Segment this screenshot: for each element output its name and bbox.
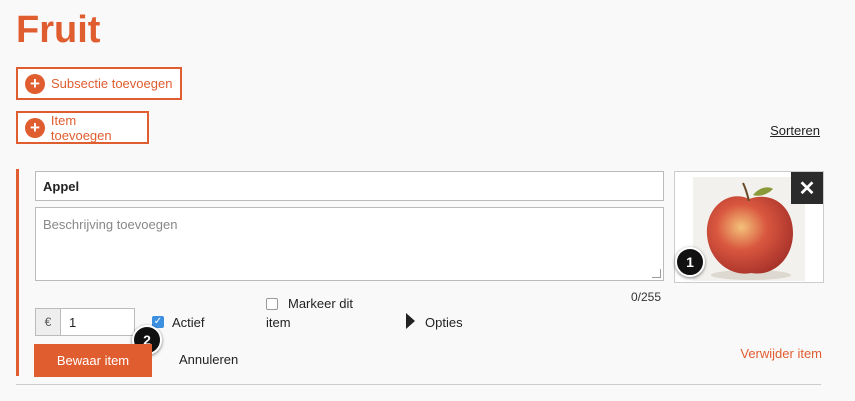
divider: [16, 384, 821, 385]
item-editor: Appel Beschrijving toevoegen 0/255 ✕ 1 €…: [16, 169, 824, 377]
apple-image: [693, 177, 805, 281]
delete-item-link[interactable]: Verwijder item: [740, 346, 822, 361]
options-caret-icon[interactable]: [406, 313, 415, 329]
add-subsection-label: Subsectie toevoegen: [51, 76, 173, 91]
options-toggle[interactable]: Opties: [425, 315, 463, 330]
callout-badge-1: 1: [675, 247, 705, 277]
char-counter: 0/255: [631, 290, 662, 304]
page-title: Fruit: [16, 9, 101, 51]
highlight-checkbox[interactable]: [266, 298, 278, 310]
add-item-button[interactable]: + Item toevoegen: [16, 111, 149, 144]
description-placeholder: Beschrijving toevoegen: [43, 217, 178, 232]
price-value: 1: [69, 314, 77, 330]
cancel-link[interactable]: Annuleren: [179, 352, 238, 367]
highlight-label-line2: item: [266, 315, 291, 330]
plus-icon: +: [25, 117, 45, 138]
item-name-input[interactable]: Appel: [35, 171, 664, 201]
currency-label: €: [36, 309, 61, 335]
add-item-label: Item toevoegen: [50, 112, 112, 143]
price-field[interactable]: € 1: [35, 308, 135, 336]
save-item-button[interactable]: Bewaar item: [34, 344, 152, 377]
item-description-input[interactable]: Beschrijving toevoegen: [35, 207, 664, 281]
add-subsection-button[interactable]: + Subsectie toevoegen: [16, 67, 182, 100]
sort-link[interactable]: Sorteren: [770, 123, 820, 138]
highlight-label-line1: Markeer dit: [288, 296, 354, 311]
remove-image-button[interactable]: ✕: [791, 172, 823, 204]
apple-photo: [693, 177, 805, 281]
plus-icon: +: [25, 73, 45, 94]
active-label: Actief: [172, 315, 205, 330]
resize-grip-icon[interactable]: [652, 269, 661, 278]
close-icon: ✕: [798, 177, 816, 200]
